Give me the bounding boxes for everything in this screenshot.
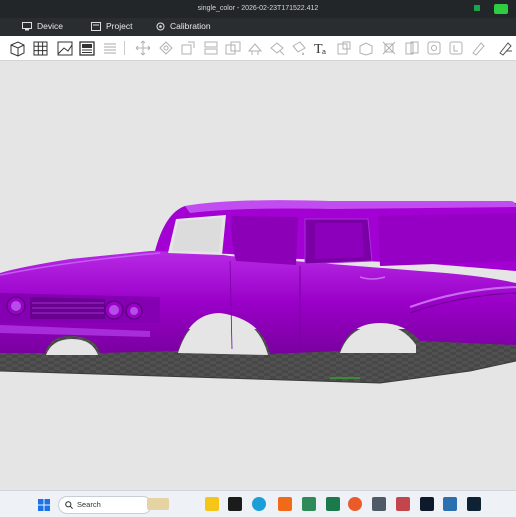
- edit-icon[interactable]: [469, 39, 487, 57]
- support-paint-icon[interactable]: [246, 39, 264, 57]
- search-icon: [65, 501, 73, 509]
- menu-device[interactable]: Device: [22, 21, 63, 31]
- search-placeholder: Search: [77, 500, 101, 509]
- minimize-icon[interactable]: [472, 3, 482, 15]
- app-icon-2[interactable]: [467, 497, 481, 511]
- auto-arrange-icon[interactable]: [56, 39, 74, 57]
- file-explorer-icon[interactable]: [205, 497, 219, 511]
- firefox-icon[interactable]: [326, 497, 340, 511]
- boolean-icon[interactable]: [335, 39, 353, 57]
- svg-text:a: a: [322, 49, 326, 56]
- add-object-icon[interactable]: [8, 39, 26, 57]
- list-icon[interactable]: [101, 39, 119, 57]
- folder-icon: [91, 21, 101, 31]
- start-icon[interactable]: [38, 498, 50, 511]
- store-icon[interactable]: [302, 497, 316, 511]
- layer-icon[interactable]: [447, 39, 465, 57]
- plate-layout-icon[interactable]: [78, 39, 96, 57]
- cut-icon[interactable]: [357, 39, 375, 57]
- slicer-icon[interactable]: [372, 497, 386, 511]
- 3d-viewport[interactable]: [0, 61, 516, 490]
- widgets-icon[interactable]: [147, 498, 169, 510]
- split-icon[interactable]: [202, 39, 220, 57]
- merge-icon[interactable]: [224, 39, 242, 57]
- toolbar-divider: [124, 41, 125, 55]
- menu-project[interactable]: Project: [91, 21, 132, 31]
- assembly-icon[interactable]: [403, 39, 421, 57]
- menu-bar: Device Project Calibration: [0, 18, 516, 36]
- monitor-icon: [22, 21, 32, 30]
- close-icon[interactable]: [494, 3, 508, 17]
- taskbar: Search: [0, 490, 516, 517]
- search-input[interactable]: Search: [58, 496, 169, 514]
- scale-icon[interactable]: [179, 39, 197, 57]
- view-cube-icon[interactable]: [425, 39, 443, 57]
- menu-calibration[interactable]: Calibration: [156, 21, 211, 31]
- text-icon[interactable]: Ta: [312, 39, 330, 57]
- shortcut-icon[interactable]: [496, 39, 514, 57]
- calculator-icon[interactable]: [348, 497, 362, 511]
- window-titlebar: single_color - 2026-02-23T171522.412: [0, 0, 516, 18]
- menu-project-label: Project: [106, 21, 133, 31]
- main-toolbar: Ta: [0, 36, 516, 61]
- color-paint-icon[interactable]: [290, 39, 308, 57]
- measure-icon[interactable]: [380, 39, 398, 57]
- grid-plate-icon[interactable]: [32, 39, 50, 57]
- orca-icon[interactable]: [278, 497, 292, 511]
- app-icon[interactable]: [443, 497, 457, 511]
- menu-calibration-label: Calibration: [170, 21, 211, 31]
- media-icon[interactable]: [228, 497, 242, 511]
- model-scene: [0, 200, 516, 384]
- rotate-icon[interactable]: [157, 39, 175, 57]
- calibration-icon: [156, 22, 165, 30]
- terminal-icon[interactable]: [396, 497, 410, 511]
- menu-device-label: Device: [37, 21, 63, 31]
- move-icon[interactable]: [134, 39, 152, 57]
- seam-paint-icon[interactable]: [268, 39, 286, 57]
- edge-icon[interactable]: [252, 497, 266, 511]
- photos-icon[interactable]: [420, 497, 434, 511]
- window-title: single_color - 2026-02-23T171522.412: [197, 5, 319, 12]
